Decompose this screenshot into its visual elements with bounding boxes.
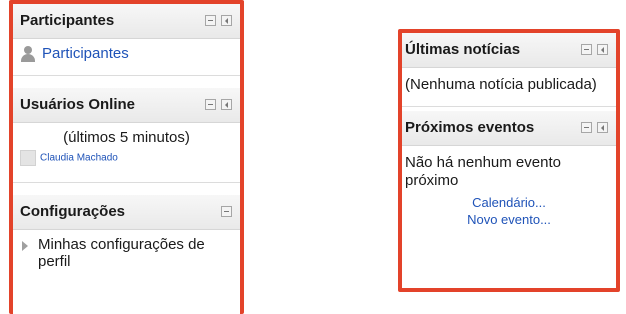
new-event-link[interactable]: Novo evento... <box>467 212 551 227</box>
settings-item-label: Minhas configurações de perfil <box>38 236 205 271</box>
dock-block-icon[interactable] <box>221 99 232 110</box>
calendar-link[interactable]: Calendário... <box>472 195 546 210</box>
left-highlight-panel: Participantes Participantes Usuários Onl… <box>9 0 244 314</box>
no-events-text: Não há nenhum evento próximo <box>405 154 561 189</box>
participants-block: Participantes Participantes <box>13 4 240 76</box>
online-user-link[interactable]: Claudia Machado <box>40 153 118 164</box>
user-avatar-icon <box>20 150 36 167</box>
users-icon <box>20 45 36 62</box>
events-links: Calendário... Novo evento... <box>405 194 613 228</box>
latest-news-block: Últimas notícias (Nenhuma notícia public… <box>402 33 616 107</box>
block-title: Participantes <box>20 12 115 29</box>
dock-block-icon[interactable] <box>597 122 608 133</box>
online-users-block-content: (últimos 5 minutos) Claudia Machado <box>13 123 240 182</box>
block-controls <box>576 122 608 134</box>
online-period-text: (últimos 5 minutos) <box>63 129 190 146</box>
right-highlight-panel: Últimas notícias (Nenhuma notícia public… <box>398 29 620 292</box>
online-users-block: Usuários Online (últimos 5 minutos) Clau… <box>13 88 240 184</box>
settings-tree-item[interactable]: Minhas configurações de perfil <box>20 236 233 270</box>
block-title: Próximos eventos <box>405 119 535 136</box>
upcoming-events-block-content: Não há nenhum evento próximo Calendário.… <box>402 146 616 236</box>
settings-block-header: Configurações <box>13 195 240 231</box>
block-controls <box>576 44 608 56</box>
hide-block-icon[interactable] <box>221 206 232 218</box>
settings-block-content: Minhas configurações de perfil <box>13 230 240 280</box>
participants-block-content: Participantes <box>13 39 240 75</box>
block-title: Últimas notícias <box>405 41 521 58</box>
block-controls <box>216 206 232 218</box>
block-controls <box>200 99 232 111</box>
online-users-block-header: Usuários Online <box>13 88 240 123</box>
block-controls <box>200 15 232 27</box>
participants-link[interactable]: Participantes <box>42 45 129 62</box>
hide-block-icon[interactable] <box>205 15 216 26</box>
dock-block-icon[interactable] <box>221 15 232 26</box>
upcoming-events-block: Próximos eventos Não há nenhum evento pr… <box>402 111 616 236</box>
block-title: Configurações <box>20 203 126 221</box>
dock-block-icon[interactable] <box>597 44 608 55</box>
upcoming-events-block-header: Próximos eventos <box>402 111 616 146</box>
tree-expand-icon[interactable] <box>22 241 28 252</box>
hide-block-icon[interactable] <box>581 44 592 55</box>
hide-block-icon[interactable] <box>205 99 216 110</box>
block-title: Usuários Online <box>20 96 136 113</box>
participants-block-header: Participantes <box>13 4 240 39</box>
no-news-text: (Nenhuma notícia publicada) <box>405 76 597 93</box>
latest-news-block-header: Últimas notícias <box>402 33 616 68</box>
latest-news-block-content: (Nenhuma notícia publicada) <box>402 68 616 106</box>
settings-block: Configurações Minhas configurações de pe… <box>13 195 240 280</box>
hide-block-icon[interactable] <box>581 122 592 133</box>
